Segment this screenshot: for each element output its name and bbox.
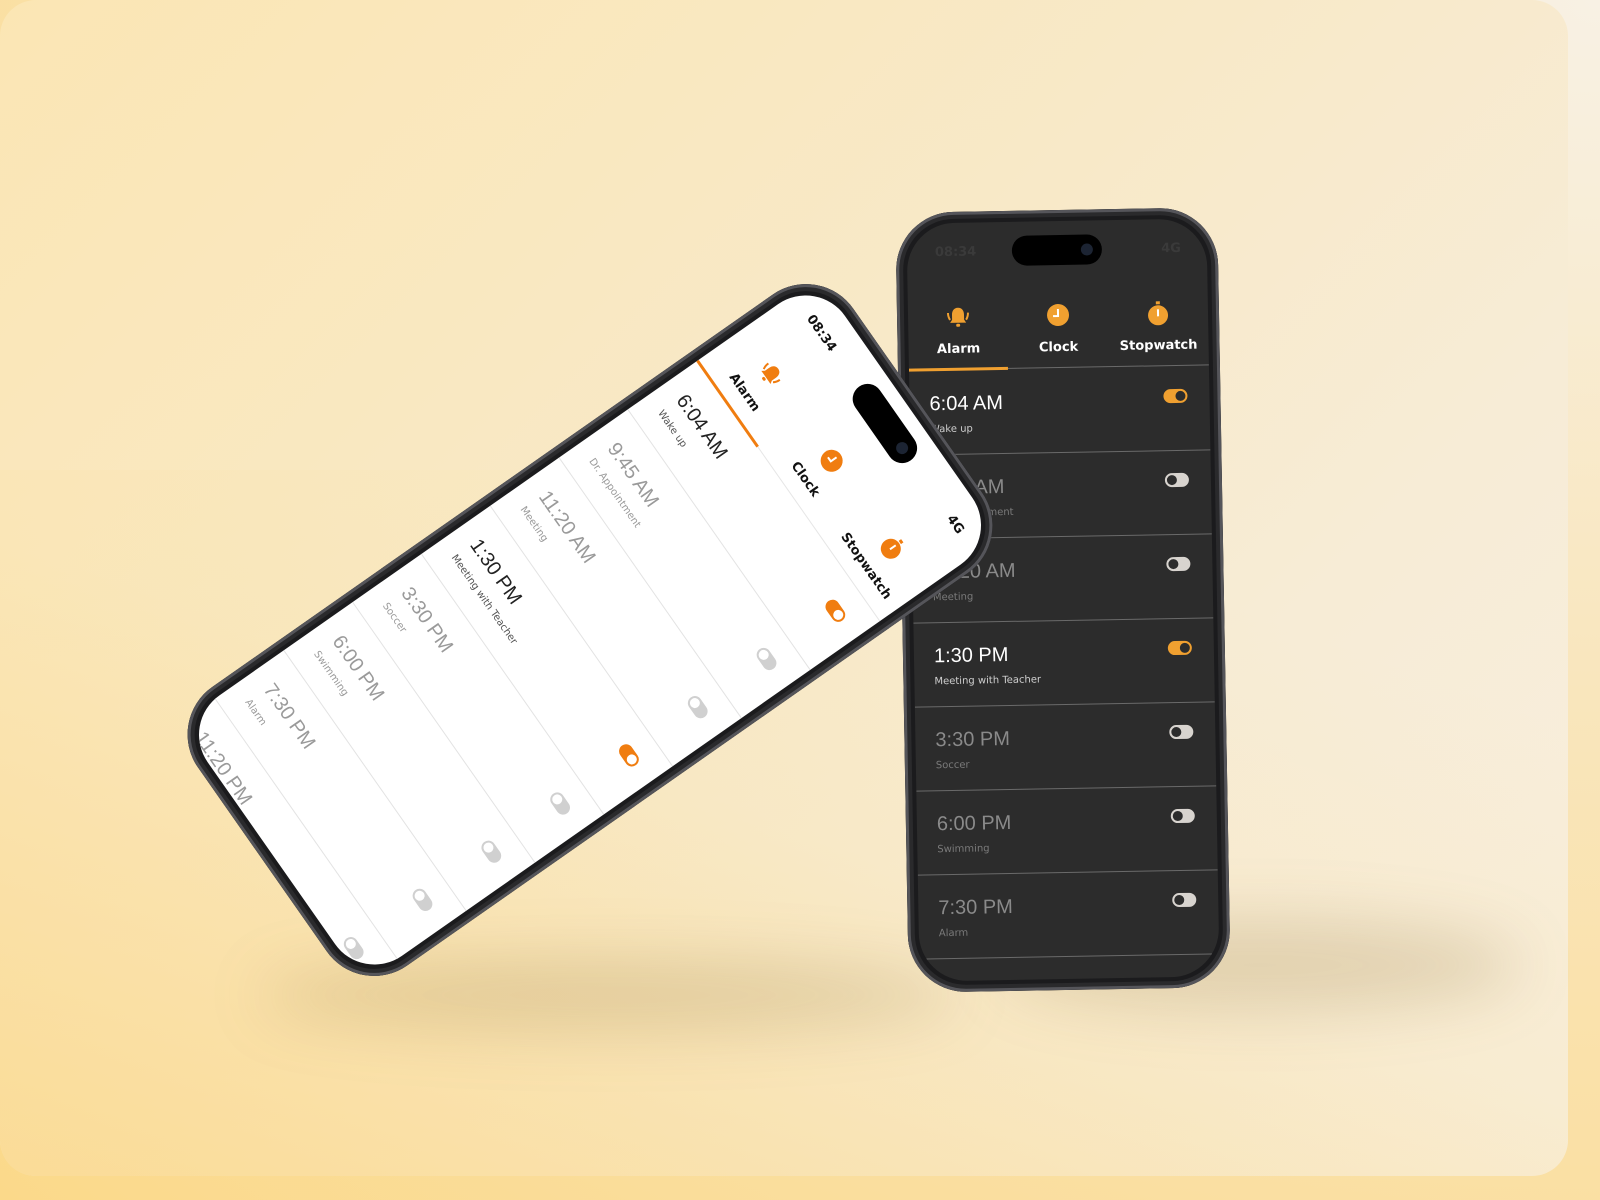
tab-label: Stopwatch (1119, 337, 1198, 354)
toggle-knob (1166, 474, 1178, 486)
alarm-time: 9:45 AM (602, 438, 663, 512)
toggle-knob (624, 752, 639, 767)
alarm-toggle[interactable] (1163, 388, 1188, 404)
alarm-time: 1:30 PM (465, 535, 526, 609)
alarm-toggle[interactable] (1170, 808, 1195, 824)
status-network: 4G (943, 512, 967, 538)
alarm-row[interactable]: 6:04 AM Wake up (908, 366, 1211, 456)
toggle-knob (1171, 726, 1182, 738)
clock-icon (1045, 302, 1072, 340)
tab-bar: Alarm Clock Stopwatch (908, 284, 1209, 369)
alarm-time: 6:00 PM (327, 631, 389, 706)
toggle-knob (1174, 894, 1185, 906)
alarm-toggle[interactable] (1166, 556, 1191, 572)
toggle-knob (1172, 810, 1183, 822)
toggle-knob (687, 696, 702, 711)
dynamic-island (1011, 234, 1103, 266)
alarm-time: 3:30 PM (396, 583, 458, 657)
tab-clock[interactable]: Clock (1008, 286, 1108, 368)
tab-label: Alarm (936, 341, 981, 358)
alarm-time: 7:30 PM (258, 679, 320, 754)
status-network: 4G (1161, 240, 1182, 257)
alarm-time: 1:30 PM (933, 643, 1009, 668)
alarm-row[interactable]: 1:30 PM Meeting with Teacher (913, 618, 1215, 708)
camera-icon (893, 439, 911, 457)
tab-label: Clock (1038, 339, 1079, 356)
alarm-toggle[interactable] (478, 837, 504, 866)
alarm-time: 6:04 AM (671, 390, 732, 464)
toggle-knob (756, 647, 771, 662)
tab-stopwatch[interactable]: Stopwatch (1108, 284, 1208, 366)
alarm-time: 6:04 AM (929, 392, 1004, 416)
toggle-knob (343, 936, 358, 951)
alarm-label: Soccer (935, 759, 970, 772)
alarm-toggle[interactable] (1164, 472, 1190, 488)
bell-icon (945, 304, 972, 342)
alarm-toggle[interactable] (753, 645, 780, 673)
alarm-label: Meeting (932, 591, 974, 604)
toggle-knob (1179, 642, 1190, 653)
camera-icon (1080, 243, 1093, 256)
alarm-label: Swimming (937, 843, 990, 856)
tab-alarm[interactable]: Alarm (908, 288, 1008, 370)
alarm-label: Meeting with Teacher (934, 674, 1042, 688)
toggle-knob (1168, 558, 1179, 570)
stopwatch-icon (1145, 300, 1172, 338)
alarm-time: 7:30 PM (938, 895, 1014, 920)
toggle-knob (831, 607, 846, 622)
alarm-time: 6:00 PM (936, 811, 1012, 836)
alarm-toggle[interactable] (822, 596, 848, 625)
alarm-toggle[interactable] (341, 934, 367, 962)
alarm-toggle[interactable] (409, 886, 436, 914)
toggle-knob (550, 792, 565, 807)
alarm-toggle[interactable] (1167, 640, 1192, 656)
dark-phone: 08:34 4G Alarm Clock Stopwatch 6:04 AM Wak… (895, 207, 1231, 993)
toggle-knob (412, 888, 427, 903)
toggle-knob (1175, 390, 1186, 402)
alarm-time: 11:20 PM (940, 980, 1025, 982)
alarm-row[interactable]: 11:20 PM (919, 954, 1220, 982)
alarm-row[interactable]: 7:30 PM Alarm (917, 870, 1220, 960)
alarm-toggle[interactable] (1172, 892, 1197, 908)
alarm-toggle[interactable] (685, 693, 711, 722)
alarm-label: Alarm (938, 927, 969, 940)
status-time: 08:34 (803, 312, 840, 355)
alarm-toggle[interactable] (547, 789, 573, 818)
toggle-knob (1175, 978, 1186, 982)
alarm-toggle[interactable] (1173, 976, 1198, 982)
alarm-row[interactable]: 6:00 PM Swimming (916, 786, 1218, 876)
status-time: 08:34 (934, 244, 977, 261)
dark-screen: 08:34 4G Alarm Clock Stopwatch 6:04 AM Wak… (906, 218, 1220, 982)
alarm-row[interactable]: 3:30 PM Soccer (914, 702, 1217, 792)
alarm-toggle[interactable] (616, 741, 642, 770)
alarm-toggle[interactable] (1169, 724, 1194, 740)
toggle-knob (481, 840, 496, 855)
alarm-time: 3:30 PM (935, 727, 1011, 752)
